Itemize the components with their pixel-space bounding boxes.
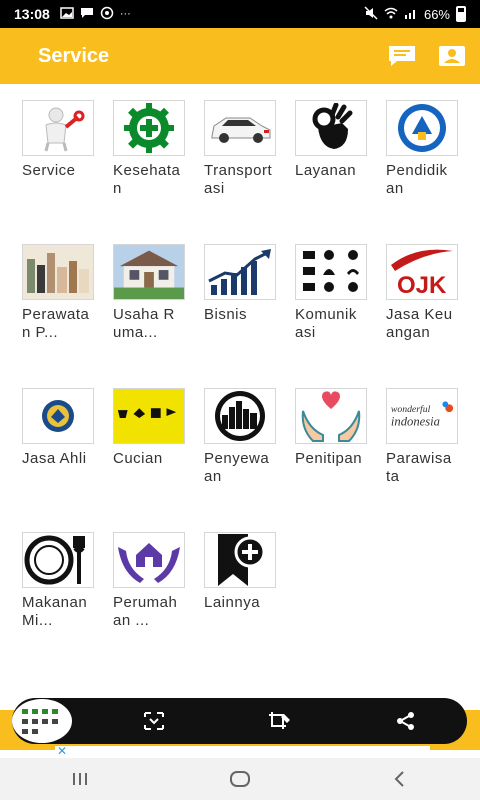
chart-up-icon (204, 244, 276, 300)
tile-perumahan[interactable]: Perumahan ... (113, 532, 204, 676)
scroll-capture-icon (144, 712, 164, 730)
ok-hand-icon (295, 100, 367, 156)
service-grid: Service Kesehatan Transportasi Layanan P… (22, 100, 472, 676)
tile-label: Bisnis (204, 306, 248, 323)
tile-label: Komunikasi (295, 306, 357, 341)
emblem-icon (22, 388, 94, 444)
tile-label: Jasa Ahli (22, 450, 87, 467)
screenshot-thumbnail[interactable] (12, 699, 72, 743)
tile-transportasi[interactable]: Transportasi (204, 100, 295, 244)
tile-label: Perawatan P... (22, 306, 90, 341)
tile-cucian[interactable]: Cucian (113, 388, 204, 532)
message-icon (80, 7, 94, 22)
plate-fork-icon (22, 532, 94, 588)
app-bar: Service (0, 28, 480, 84)
tile-label: Lainnya (204, 594, 261, 611)
city-lens-icon (204, 388, 276, 444)
share-button[interactable] (384, 699, 428, 743)
profile-button[interactable] (436, 44, 468, 68)
communication-icons-icon (295, 244, 367, 300)
ad-close-icon[interactable]: ✕ (57, 744, 67, 758)
tile-label: Pendidikan (386, 162, 448, 197)
battery-percentage: 66% (423, 6, 450, 22)
tile-label: Makanan Mi... (22, 594, 88, 629)
tile-bisnis[interactable]: Bisnis (204, 244, 295, 388)
tile-penyewaan[interactable]: Penyewaan (204, 388, 295, 532)
tile-lainnya[interactable]: Lainnya (204, 532, 295, 676)
tile-label: Transportasi (204, 162, 273, 197)
home-icon (230, 771, 250, 787)
bookmark-plus-icon (204, 532, 276, 588)
ad-banner: ✕ (55, 744, 430, 758)
tile-label: Usaha Ruma... (113, 306, 175, 341)
wrench-man-icon (22, 100, 94, 156)
car-icon (204, 100, 276, 156)
more-icon: ··· (119, 8, 131, 20)
status-time: 13:08 (14, 6, 50, 22)
ojk-logo-icon: OJK (386, 244, 458, 300)
tile-jasa-ahli[interactable]: Jasa Ahli (22, 388, 113, 532)
tile-penitipan[interactable]: Penitipan (295, 388, 386, 532)
tile-perawatan[interactable]: Perawatan P... (22, 244, 113, 388)
chat-button[interactable] (386, 44, 418, 68)
hands-house-icon (113, 532, 185, 588)
profile-card-icon (439, 46, 465, 66)
tile-label: Jasa Keuangan (386, 306, 453, 341)
status-right: 66% (364, 5, 466, 23)
back-icon (394, 771, 404, 787)
tile-label: Penitipan (295, 450, 363, 467)
beauty-products-icon (22, 244, 94, 300)
tile-komunikasi[interactable]: Komunikasi (295, 244, 386, 388)
app-bar-actions (386, 44, 468, 68)
tile-label: Service (22, 162, 76, 179)
chat-icon (389, 46, 415, 66)
wonderful-indonesia-icon: wonderful indonesia (386, 388, 458, 444)
signal-icon (404, 7, 418, 22)
tile-label: Parawisata (386, 450, 452, 485)
tile-jasa-keuangan[interactable]: OJK Jasa Keuangan (386, 244, 477, 388)
system-nav-bar (0, 758, 480, 800)
tile-pendidikan[interactable]: Pendidikan (386, 100, 477, 244)
scroll-capture-button[interactable] (132, 699, 176, 743)
mute-icon (364, 5, 378, 23)
status-bar: 13:08 ··· 66% (0, 0, 480, 28)
battery-icon (456, 6, 466, 22)
recent-apps-button[interactable] (50, 759, 110, 799)
indonesia-text: indonesia (391, 415, 440, 429)
tile-label: Kesehatan (113, 162, 181, 197)
tile-label: Layanan (295, 162, 357, 179)
crop-edit-icon (269, 712, 290, 729)
tile-service[interactable]: Service (22, 100, 113, 244)
laundry-symbols-icon (113, 388, 185, 444)
education-emblem-icon (386, 100, 458, 156)
hands-heart-icon (295, 388, 367, 444)
home-button[interactable] (210, 759, 270, 799)
share-icon (397, 712, 414, 730)
wonderful-text: wonderful (391, 404, 431, 415)
ojk-logo-text: OJK (397, 272, 447, 299)
crop-edit-button[interactable] (258, 699, 302, 743)
health-gear-icon (113, 100, 185, 156)
house-icon (113, 244, 185, 300)
tile-label: Penyewaan (204, 450, 270, 485)
page-title: Service (38, 44, 110, 67)
tile-label: Cucian (113, 450, 163, 467)
status-notification-icons: ··· (60, 6, 131, 23)
tile-kesehatan[interactable]: Kesehatan (113, 100, 204, 244)
whatsapp-icon (100, 6, 114, 23)
tile-layanan[interactable]: Layanan (295, 100, 386, 244)
tile-makanan-minuman[interactable]: Makanan Mi... (22, 532, 113, 676)
image-icon (60, 6, 74, 22)
tile-usaha-rumah[interactable]: Usaha Ruma... (113, 244, 204, 388)
tile-label: Perumahan ... (113, 594, 178, 629)
tile-parawisata[interactable]: wonderful indonesia Parawisata (386, 388, 477, 532)
wifi-icon (384, 7, 398, 22)
recent-apps-icon (73, 773, 87, 785)
back-button[interactable] (370, 759, 430, 799)
screenshot-toolbar (12, 698, 467, 744)
